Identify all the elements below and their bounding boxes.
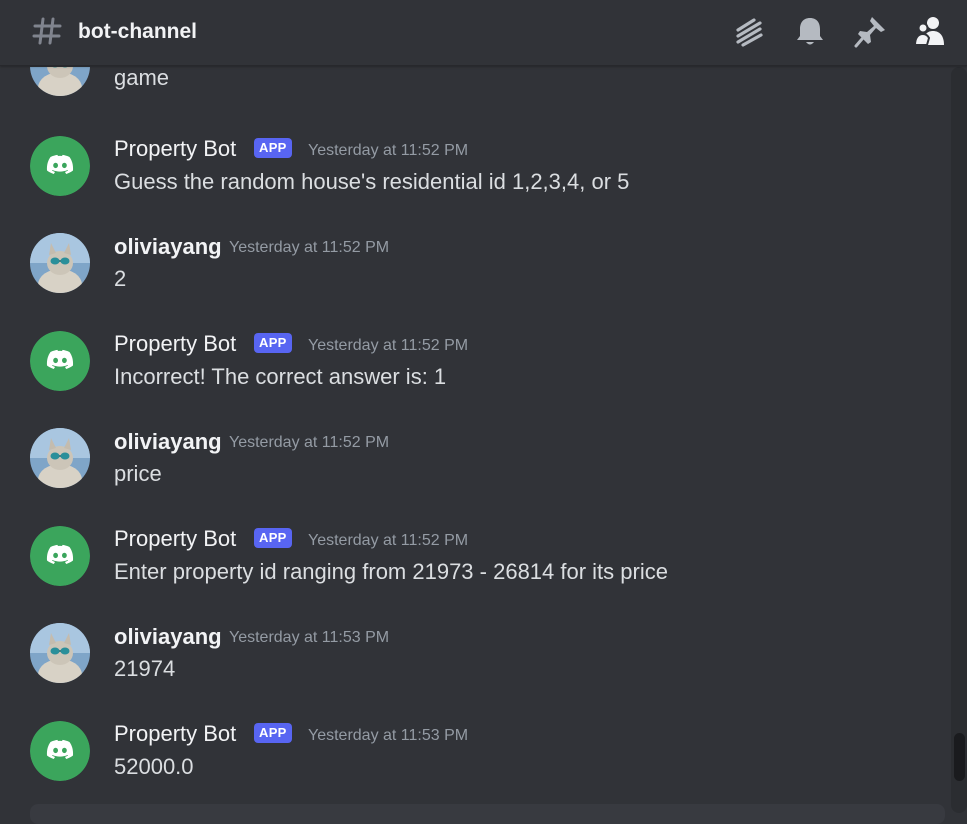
- message-author[interactable]: Property Bot: [114, 331, 236, 357]
- message-list[interactable]: game Property Bot APP Yesterday at 11:52…: [0, 67, 952, 813]
- message-author[interactable]: Property Bot: [114, 526, 236, 552]
- message-item: oliviayang Yesterday at 11:52 PM 2: [0, 233, 952, 313]
- scrollbar-track[interactable]: [951, 67, 967, 813]
- app-badge: APP: [254, 723, 292, 743]
- message-item: Property Bot APP Yesterday at 11:53 PM 5…: [0, 721, 952, 801]
- discord-bot-avatar[interactable]: [30, 331, 90, 391]
- app-badge: APP: [254, 333, 292, 353]
- message-content: game: [114, 67, 170, 90]
- user-avatar[interactable]: [30, 67, 90, 96]
- message-content: Incorrect! The correct answer is: 1: [114, 364, 447, 389]
- channel-name: bot-channel: [78, 20, 197, 43]
- message-timestamp: Yesterday at 11:52 PM: [229, 239, 390, 256]
- message-author[interactable]: Property Bot: [114, 136, 236, 162]
- hash-icon: [32, 16, 62, 46]
- message-content: Guess the random house's residential id …: [114, 169, 630, 194]
- threads-icon[interactable]: [732, 15, 766, 49]
- scrollbar-thumb[interactable]: [954, 733, 965, 781]
- message-timestamp: Yesterday at 11:53 PM: [229, 629, 390, 646]
- message-timestamp: Yesterday at 11:52 PM: [308, 532, 469, 549]
- message-timestamp: Yesterday at 11:52 PM: [308, 337, 469, 354]
- message-author[interactable]: oliviayang: [114, 234, 222, 260]
- pinned-messages-icon[interactable]: [853, 15, 887, 49]
- message-item: oliviayang Yesterday at 11:53 PM 21974: [0, 623, 952, 703]
- channel-header: bot-channel: [0, 0, 967, 66]
- message-input-box[interactable]: [30, 804, 945, 824]
- message-content: 52000.0: [114, 754, 194, 779]
- user-avatar[interactable]: [30, 233, 90, 293]
- message-content: Enter property id ranging from 21973 - 2…: [114, 559, 668, 584]
- discord-bot-avatar[interactable]: [30, 136, 90, 196]
- message-timestamp: Yesterday at 11:52 PM: [308, 142, 469, 159]
- user-avatar[interactable]: [30, 623, 90, 683]
- message-author[interactable]: Property Bot: [114, 721, 236, 747]
- message-content: price: [114, 461, 162, 486]
- member-list-icon[interactable]: [913, 15, 947, 49]
- message-item: Property Bot APP Yesterday at 11:52 PM I…: [0, 331, 952, 411]
- message-item: Property Bot APP Yesterday at 11:52 PM G…: [0, 136, 952, 216]
- message-timestamp: Yesterday at 11:53 PM: [308, 727, 469, 744]
- message-item: oliviayang Yesterday at 11:52 PM price: [0, 428, 952, 508]
- message-timestamp: Yesterday at 11:52 PM: [229, 434, 390, 451]
- message-item: Property Bot APP Yesterday at 11:52 PM E…: [0, 526, 952, 606]
- message-author[interactable]: oliviayang: [114, 429, 222, 455]
- message-content: 21974: [114, 656, 176, 681]
- app-badge: APP: [254, 138, 292, 158]
- message-content: 2: [114, 266, 127, 291]
- app-badge: APP: [254, 528, 292, 548]
- discord-bot-avatar[interactable]: [30, 526, 90, 586]
- message-author[interactable]: oliviayang: [114, 624, 222, 650]
- user-avatar[interactable]: [30, 428, 90, 488]
- discord-bot-avatar[interactable]: [30, 721, 90, 781]
- message-item: game: [0, 67, 952, 107]
- notification-bell-icon[interactable]: [793, 15, 827, 49]
